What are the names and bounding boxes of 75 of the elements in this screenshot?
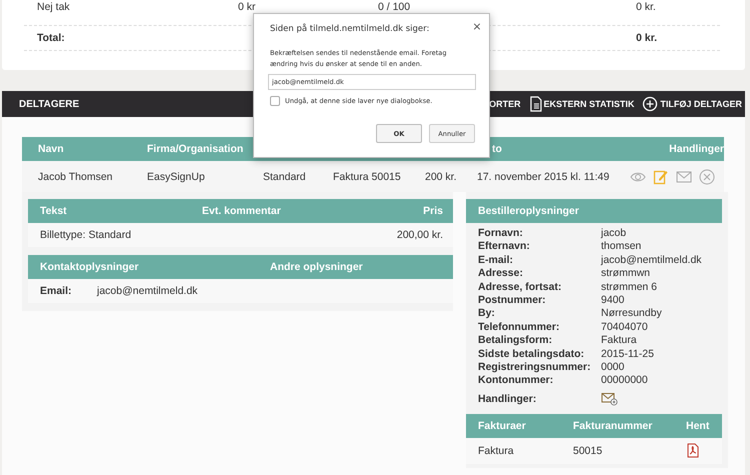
section-title: DELTAGERE (19, 98, 80, 110)
pdf-file-icon (686, 443, 699, 458)
action-button[interactable] (676, 170, 692, 184)
column-header: Andre oplysninger (270, 261, 364, 273)
table-cell-text: 17. november 2015 kl. 11:49 (477, 170, 610, 182)
table-cell-text: Standard (263, 170, 307, 182)
panel-title: Bestilleroplysninger (478, 205, 580, 217)
column-header: Evt. kommentar (202, 205, 282, 217)
field-value: 9400 (601, 294, 626, 308)
field-label: E-mail: (478, 254, 514, 268)
close-button[interactable]: × (472, 21, 482, 33)
column-header: Tekst (40, 205, 68, 217)
field-label: Kontonummer: (478, 374, 554, 388)
column-header: Hent (686, 420, 710, 432)
field-label: Telefonnummer: (478, 320, 560, 334)
table-cell-text: Billettype: Standard (40, 229, 132, 241)
dialog-title: Siden på tilmeld.nemtilmeld.dk siger: (270, 24, 430, 34)
toolbar-button[interactable]: TILFØJ DELTAGER (642, 96, 742, 112)
field-value: jacob@nemtilmeld.dk (97, 285, 199, 297)
table-cell-text: 200 kr. (425, 170, 458, 182)
table-cell-text: Faktura 50015 (333, 170, 402, 182)
field-value: Faktura (601, 334, 638, 348)
column-header: Kontaktoplysninger (40, 261, 140, 273)
envelope-plus-icon (601, 392, 618, 406)
field-label: Postnummer: (478, 294, 547, 308)
column-header: to (491, 143, 503, 155)
close-circle-icon (699, 168, 715, 184)
field-label: Efternavn: (478, 240, 531, 254)
field-label: Handlinger: (478, 392, 538, 405)
field-label: Adresse: (478, 267, 524, 281)
document-icon (528, 96, 542, 112)
column-header: Pris (422, 205, 443, 217)
plus-circle-icon (642, 96, 658, 112)
field-value: 2015-11-25 (601, 348, 655, 362)
field-value: jacob@nemtilmeld.dk (601, 254, 703, 268)
field-label: Sidste betalingsdato: (478, 348, 586, 362)
table-cell-text: EasySignUp (147, 170, 206, 182)
toolbar-button[interactable]: ORTER (489, 99, 521, 109)
total-label: Total: (37, 32, 66, 44)
toolbar-button[interactable]: EKSTERN STATISTIK (528, 96, 634, 112)
field-label: Betalingsform: (478, 334, 554, 348)
table-cell-text: 200,00 kr. (396, 229, 443, 241)
field-value: 00000000 (601, 374, 649, 388)
column-header: Handlinger (668, 143, 724, 155)
column-header: Fakturaer (478, 420, 527, 432)
field-value: strømmen 6 (601, 280, 658, 294)
table-cell-text: 50015 (573, 444, 604, 457)
envelope-icon (676, 170, 692, 184)
field-label: Email: (40, 285, 73, 297)
total-value: 0 kr. (636, 1, 657, 13)
column-header: Fakturanummer (573, 420, 654, 432)
field-value: 70404070 (601, 320, 649, 334)
field-label: Adresse, fortsat: (478, 280, 562, 294)
field-value: Nørresundby (601, 307, 663, 321)
checkbox[interactable] (270, 96, 280, 106)
download-button[interactable] (686, 443, 699, 458)
field-label: By: (478, 307, 496, 321)
field-label: Fornavn: (478, 227, 524, 240)
column-header: Firma/Organisation (147, 143, 244, 155)
field-value: thomsen (601, 240, 642, 254)
field-value: jacob (601, 227, 628, 240)
total-amount: 0 kr. (636, 32, 658, 44)
edit-icon (653, 168, 669, 184)
field-label: Registreringsnummer: (478, 361, 592, 374)
action-button[interactable] (699, 168, 715, 184)
field-value: strømmwn (601, 267, 651, 281)
option-label: Nej tak (37, 1, 71, 13)
table-cell-text: Jacob Thomsen (38, 170, 114, 182)
column-header: Navn (38, 143, 65, 155)
table-cell-text: Faktura (478, 444, 515, 457)
action-button[interactable] (653, 168, 669, 184)
amount-value: 0 kr (238, 1, 257, 13)
field-value: 0000 (601, 361, 626, 374)
send-mail-button[interactable] (601, 392, 618, 406)
count-value: 0 / 100 (378, 1, 412, 13)
